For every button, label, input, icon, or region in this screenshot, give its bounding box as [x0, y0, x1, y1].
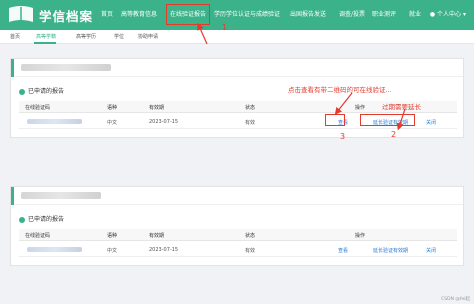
nav-certification[interactable]: 学历学位认证与成绩验证 — [214, 9, 280, 18]
app-title[interactable]: 学信档案 — [39, 6, 93, 25]
top-navigation-bar: 学信档案 首页 高等教育信息 在线验证报告 学历学位认证与成绩验证 出国报告发送… — [0, 0, 474, 30]
nav-survey[interactable]: 调查/投票 — [339, 9, 365, 18]
subnav-active-indicator — [34, 42, 56, 44]
chevron-down-icon: ▾ — [462, 11, 466, 18]
cell-expiry: 2023-07-15 — [149, 119, 179, 125]
nav-online-report[interactable]: 在线验证报告 — [166, 4, 210, 25]
nav-higher-education[interactable]: 高等教育信息 — [121, 9, 157, 18]
user-center[interactable]: ● 个人中心 ▾ — [430, 9, 466, 18]
blurred-verification-code — [27, 247, 82, 252]
section-dot-icon — [19, 88, 25, 95]
section-title: 已申请的报告 — [19, 86, 64, 95]
table-header: 在线验证码 语种 有效期 状态 操作 — [19, 229, 457, 241]
bookmark-icon — [9, 6, 33, 22]
table-row: 中文 2023-07-15 有效 查看 延长验证有效期 关闭 — [19, 243, 457, 257]
user-icon: ● — [429, 11, 436, 18]
subnav-enrollment[interactable]: 高等学籍 — [36, 33, 56, 40]
col-code: 在线验证码 — [25, 105, 51, 111]
blurred-school-name — [21, 64, 111, 71]
col-status: 状态 — [245, 105, 256, 111]
cell-status: 有效 — [245, 248, 256, 254]
highlight-view — [325, 114, 345, 126]
annotation-number-1: 1 — [222, 23, 228, 32]
nav-employment[interactable]: 就业 — [409, 9, 421, 18]
report-card-1: 已申请的报告 在线验证码 语种 有效期 状态 操作 中文 2023-07-15 … — [10, 58, 464, 138]
nav-home[interactable]: 首页 — [101, 9, 113, 18]
blurred-verification-code — [27, 119, 82, 124]
view-link[interactable]: 查看 — [338, 247, 348, 254]
col-status: 状态 — [245, 233, 256, 239]
annotation-expired-extend: 过期需要延长 — [382, 103, 421, 111]
subnav-home[interactable]: 首页 — [10, 33, 20, 40]
card-header — [11, 59, 463, 77]
col-actions: 操作 — [355, 105, 366, 111]
user-center-label: 个人中心 — [437, 11, 462, 18]
cell-expiry: 2023-07-15 — [149, 247, 179, 253]
cell-status: 有效 — [245, 120, 256, 126]
annotation-number-2: 2 — [391, 130, 397, 139]
card-accent — [11, 59, 14, 77]
col-expiry: 有效期 — [149, 105, 165, 111]
nav-send-abroad[interactable]: 出国报告发送 — [290, 9, 326, 18]
close-link[interactable]: 关闭 — [426, 247, 436, 254]
blurred-school-name — [21, 192, 101, 199]
card-header — [11, 187, 463, 205]
card-accent — [11, 187, 14, 205]
col-code: 在线验证码 — [25, 233, 51, 239]
section-dot-icon — [19, 216, 25, 223]
nav-career-test[interactable]: 职业测评 — [372, 9, 396, 18]
cell-language: 中文 — [107, 248, 118, 254]
col-language: 语种 — [107, 105, 118, 111]
col-language: 语种 — [107, 233, 118, 239]
sub-navigation: 首页 高等学籍 高等学历 学位 协助申请 — [0, 30, 474, 44]
col-expiry: 有效期 — [149, 233, 165, 239]
subnav-assist[interactable]: 协助申请 — [138, 33, 158, 40]
section-title: 已申请的报告 — [19, 214, 64, 223]
annotation-number-3: 3 — [340, 132, 346, 141]
extend-validity-link[interactable]: 延长验证有效期 — [373, 247, 408, 254]
report-card-2: 已申请的报告 在线验证码 语种 有效期 状态 操作 中文 2023-07-15 … — [10, 186, 464, 266]
highlight-extend — [360, 114, 415, 126]
subnav-degree-record[interactable]: 高等学历 — [76, 33, 96, 40]
annotation-click-view: 点击查看有带二维码的可在线验证... — [288, 86, 392, 94]
close-link[interactable]: 关闭 — [426, 119, 436, 126]
nav-online-report-label: 在线验证报告 — [170, 11, 207, 18]
cell-language: 中文 — [107, 120, 118, 126]
col-actions: 操作 — [355, 233, 366, 239]
watermark: CSDN @fei起 — [441, 297, 470, 302]
subnav-degree[interactable]: 学位 — [114, 33, 124, 40]
